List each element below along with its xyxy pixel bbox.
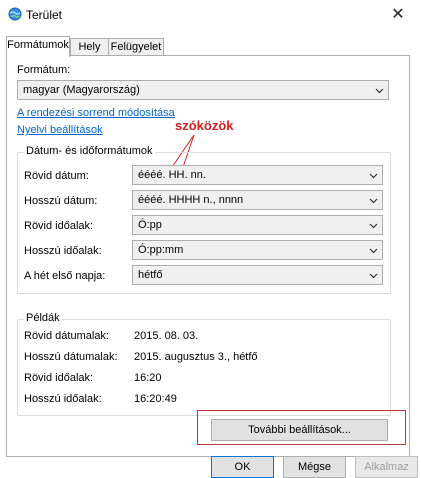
short-time-value: Ó:pp xyxy=(138,219,162,231)
chevron-down-icon xyxy=(375,88,384,94)
long-date-label: Hosszú dátum: xyxy=(24,195,98,207)
short-time-select[interactable]: Ó:pp xyxy=(132,215,383,235)
chevron-down-icon xyxy=(369,198,378,204)
window-title: Terület xyxy=(26,8,63,22)
cancel-button[interactable]: Mégse xyxy=(283,456,346,478)
more-settings-button[interactable]: További beállítások... xyxy=(211,419,388,441)
first-day-value: hétfő xyxy=(138,269,163,281)
example-short-date-label: Rövid dátumalak: xyxy=(24,330,109,342)
apply-button[interactable]: Alkalmaz xyxy=(355,456,418,478)
sort-order-link[interactable]: A rendezési sorrend módosítása xyxy=(17,107,175,119)
datetime-formats-group: Dátum- és időformátumok Rövid dátum: ééé… xyxy=(17,145,391,294)
close-icon[interactable]: ✕ xyxy=(375,0,421,30)
annotation-text: szóközök xyxy=(175,118,234,133)
long-date-value: éééé. HHHH n., nnnn xyxy=(138,194,244,206)
chevron-down-icon xyxy=(369,273,378,279)
example-short-time-value: 16:20 xyxy=(134,372,162,384)
language-settings-link[interactable]: Nyelvi beállítások xyxy=(17,124,103,136)
short-date-value: éééé. HH. nn. xyxy=(138,169,206,181)
short-time-label: Rövid időalak: xyxy=(24,220,94,232)
example-long-time-label: Hosszú időalak: xyxy=(24,393,102,405)
first-day-label: A hét első napja: xyxy=(24,270,106,282)
title-bar: Terület ✕ xyxy=(0,0,421,30)
long-time-value: Ó:pp:mm xyxy=(138,244,184,256)
examples-group-title: Példák xyxy=(24,312,62,324)
examples-group: Példák Rövid dátumalak: 2015. 08. 03. Ho… xyxy=(17,312,391,416)
globe-icon xyxy=(8,7,22,21)
format-value: magyar (Magyarország) xyxy=(23,84,140,96)
tab-location[interactable]: Hely xyxy=(70,38,109,56)
tab-panel-formats: Formátum: magyar (Magyarország) A rendez… xyxy=(6,55,410,457)
format-select[interactable]: magyar (Magyarország) xyxy=(17,80,389,100)
short-date-label: Rövid dátum: xyxy=(24,170,89,182)
datetime-group-title: Dátum- és időformátumok xyxy=(24,145,155,157)
example-short-time-label: Rövid időalak: xyxy=(24,372,94,384)
ok-button[interactable]: OK xyxy=(211,456,274,478)
long-time-label: Hosszú időalak: xyxy=(24,245,102,257)
format-label: Formátum: xyxy=(17,64,71,76)
chevron-down-icon xyxy=(369,223,378,229)
short-date-select[interactable]: éééé. HH. nn. xyxy=(132,165,383,185)
example-long-date-label: Hosszú dátumalak: xyxy=(24,351,118,363)
example-long-date-value: 2015. augusztus 3., hétfő xyxy=(134,351,258,363)
example-long-time-value: 16:20:49 xyxy=(134,393,177,405)
example-short-date-value: 2015. 08. 03. xyxy=(134,330,199,342)
tab-formats[interactable]: Formátumok xyxy=(6,36,70,57)
chevron-down-icon xyxy=(369,248,378,254)
long-time-select[interactable]: Ó:pp:mm xyxy=(132,240,383,260)
first-day-select[interactable]: hétfő xyxy=(132,265,383,285)
long-date-select[interactable]: éééé. HHHH n., nnnn xyxy=(132,190,383,210)
chevron-down-icon xyxy=(369,173,378,179)
tab-administrative[interactable]: Felügyelet xyxy=(108,38,164,56)
